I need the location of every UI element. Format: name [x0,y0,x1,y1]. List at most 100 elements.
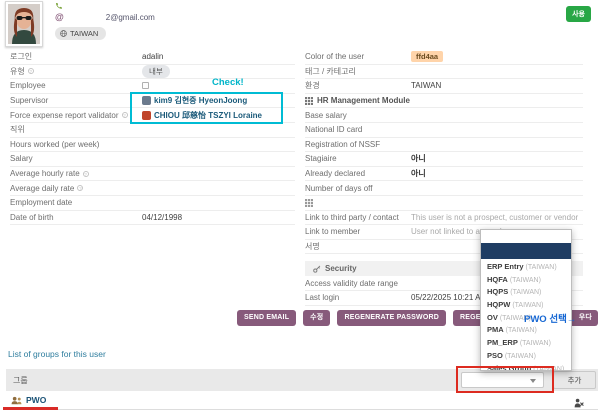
member-label: Link to member [305,227,411,236]
dropdown-option[interactable]: HQPS(TAIWAN) [481,284,571,297]
info-icon: ? [28,68,34,74]
hr-module-title: HR Management Module [317,96,410,105]
field-row-days-off: Number of days off [305,181,583,196]
field-row-declared: Already declared 아니 [305,167,583,182]
login-value: adalin [142,52,163,61]
group-row-pwo: PWO [6,391,598,410]
validator-label: Force expense report validator [10,111,119,120]
group-options-dropdown: ERP Entry(TAIWAN) HQFA(TAIWAN) HQPS(TAIW… [480,229,572,371]
groups-section-title: List of groups for this user [8,349,106,359]
login-label: 로그인 [10,51,142,62]
email-line: @ 2@gmail.com [55,12,155,22]
stagiaire-value: 아니 [411,153,426,164]
employee-checkbox[interactable] [142,82,149,89]
check-annotation-box [130,92,283,124]
contact-block: @ 2@gmail.com [55,1,155,23]
employee-label: Employee [10,81,142,90]
field-row-third-party: Link to third party / contact This user … [305,211,583,226]
at-icon: @ [55,12,64,22]
dropdown-selected-option[interactable] [481,243,571,259]
dob-label: Date of birth [10,213,142,222]
field-row-base-salary: Base salary [305,108,583,123]
supervisor-label: Supervisor [10,96,142,105]
dropdown-option[interactable]: PSO(TAIWAN) [481,348,571,361]
field-row-dob: Date of birth 04/12/1998 [10,211,295,226]
red-underline-annotation [3,407,58,410]
employment-date-label: Employment date [10,198,142,207]
globe-icon [60,30,67,37]
dropdown-option[interactable]: HQFA(TAIWAN) [481,272,571,285]
country-badge: TAIWAN [55,27,106,40]
security-section-title: Security [325,264,357,273]
avg-hourly-label: Average hourly rate [10,169,80,178]
field-row-national-id: National ID card [305,123,583,138]
user-color-badge[interactable]: ffd4aa [411,51,443,62]
users-group-icon [11,396,22,405]
field-row-employment-date: Employment date [10,196,295,211]
base-salary-label: Base salary [305,111,411,120]
phone-line [55,1,155,11]
type-label: 유형 [10,66,25,77]
field-row-type: 유형? 내부 [10,65,295,80]
dropdown-option[interactable]: HQPW(TAIWAN) [481,297,571,310]
national-id-label: National ID card [305,125,411,134]
dob-value[interactable]: 04/12/1998 [142,213,182,222]
active-toggle-button[interactable]: 사용 [566,6,591,22]
check-annotation-text: Check! [212,77,244,88]
phone-icon [55,2,63,10]
days-off-label: Number of days off [305,184,411,193]
field-row-position: 직위 [10,123,295,138]
form-left-column: 로그인 adalin 유형? 내부 Employee Supervisor ki… [10,50,295,225]
group-column-header: 그룹 [6,375,28,386]
grid-icon [305,97,313,105]
field-row-hours: Hours worked (per week) [10,138,295,153]
hours-label: Hours worked (per week) [10,140,142,149]
group-name: PWO [26,395,46,405]
group-link-pwo[interactable]: PWO [6,395,46,405]
color-label: Color of the user [305,52,411,61]
dropdown-option[interactable]: PM_ERP(TAIWAN) [481,335,571,348]
regenerate-password-button[interactable]: REGENERATE PASSWORD [337,310,446,326]
header: @ 2@gmail.com TAIWAN 사용 [0,0,600,48]
avatar-photo [8,4,40,44]
info-icon: ? [122,112,128,118]
red-annotation-box [456,366,554,393]
country-label: TAIWAN [70,29,98,38]
third-party-value: This user is not a prospect, customer or… [411,213,578,222]
field-row-avg-daily: Average daily rate? [10,181,295,196]
edit-button[interactable]: 수정 [303,310,330,326]
grid-icon [305,199,313,207]
dropdown-empty-space [481,230,571,243]
salary-label: Salary [10,154,142,163]
third-party-label: Link to third party / contact [305,213,411,222]
validity-label: Access validity date range [305,279,425,288]
info-icon: ? [83,171,89,177]
add-group-button[interactable]: 추가 [553,371,596,389]
dropdown-option[interactable]: ERP Entry(TAIWAN) [481,259,571,272]
env-label: 환경 [305,80,411,91]
avg-daily-label: Average daily rate [10,184,74,193]
hr-module-section-header: HR Management Module [305,94,583,109]
field-row-avg-hourly: Average hourly rate? [10,167,295,182]
tags-label: 태그 / 카테고리 [305,66,411,77]
last-login-label: Last login [305,293,411,302]
declared-label: Already declared [305,169,411,178]
email-value[interactable]: 2@gmail.com [106,13,155,22]
info-icon: ? [77,185,83,191]
send-email-button[interactable]: SEND EMAIL [237,310,296,326]
field-row-env: 환경 TAIWAN [305,79,583,94]
nssf-label: Registration of NSSF [305,140,411,149]
pwo-select-annotation-text: PWO 선택→ [524,311,576,325]
position-label: 직위 [10,124,142,135]
user-avatar[interactable] [5,1,43,47]
declared-value: 아니 [411,168,426,179]
env-value: TAIWAN [411,81,441,90]
stagiaire-label: Stagiaire [305,154,411,163]
remove-group-icon[interactable] [574,395,584,413]
key-icon [313,265,321,273]
field-row-salary: Salary [10,152,295,167]
field-row-stagiaire: Stagiaire 아니 [305,152,583,167]
field-row-nssf: Registration of NSSF [305,138,583,153]
user-profile-page: @ 2@gmail.com TAIWAN 사용 로그인 adalin 유형? 내… [0,0,600,416]
type-badge: 내부 [142,65,170,78]
